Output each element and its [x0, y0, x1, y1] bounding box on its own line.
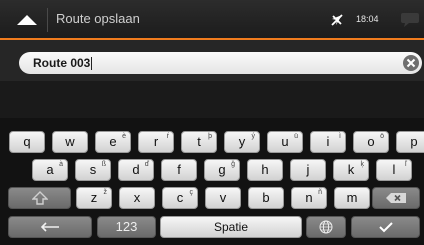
key-alt-label: à — [59, 161, 63, 168]
key-label: x — [133, 190, 141, 205]
key-d[interactable]: dď — [118, 159, 154, 181]
key-alt-label: ď — [144, 161, 149, 168]
input-area: Route 003 — [0, 40, 424, 81]
key-alt-label: ç — [189, 189, 194, 196]
hide-keyboard-key[interactable] — [8, 216, 92, 238]
language-key[interactable] — [306, 216, 346, 238]
key-m[interactable]: m — [334, 187, 370, 209]
key-i[interactable]: iì — [310, 131, 346, 153]
key-p[interactable]: p — [396, 131, 424, 153]
key-alt-label: ö — [380, 133, 384, 140]
key-q[interactable]: q — [9, 131, 45, 153]
key-alt-label: ž — [103, 189, 108, 196]
key-label: f — [177, 162, 181, 177]
key-s[interactable]: sß — [75, 159, 111, 181]
checkmark-icon — [378, 222, 393, 233]
numbers-key[interactable]: 123 — [97, 216, 156, 238]
input-value: Route 003 — [33, 56, 93, 71]
key-k[interactable]: kķ — [333, 159, 369, 181]
route-name-input[interactable]: Route 003 — [19, 52, 422, 74]
numbers-key-label: 123 — [115, 219, 138, 234]
key-alt-label: ì — [339, 133, 341, 140]
key-y[interactable]: yý — [224, 131, 260, 153]
key-alt-label: þ — [208, 133, 212, 140]
key-label: h — [261, 162, 269, 177]
key-n[interactable]: nñ — [291, 187, 327, 209]
key-label: v — [219, 190, 227, 205]
globe-icon — [319, 220, 333, 234]
onscreen-keyboard: q w eèrŕtþyýuüiìoö p aàsßdď f gğ h j kķlľ zž x cç v… — [0, 118, 424, 245]
key-h[interactable]: h — [247, 159, 283, 181]
key-alt-label: ß — [101, 161, 106, 168]
key-z[interactable]: zž — [76, 187, 112, 209]
key-alt-label: ŕ — [166, 133, 169, 140]
key-v[interactable]: v — [205, 187, 241, 209]
key-t[interactable]: tþ — [181, 131, 217, 153]
shift-key[interactable] — [8, 187, 71, 209]
key-j[interactable]: j — [290, 159, 326, 181]
clock: 18:04 — [356, 14, 379, 24]
key-b[interactable]: b — [248, 187, 284, 209]
key-w[interactable]: w — [52, 131, 88, 153]
key-alt-label: ķ — [360, 161, 365, 168]
key-x[interactable]: x — [119, 187, 155, 209]
key-u[interactable]: uü — [267, 131, 303, 153]
key-g[interactable]: gğ — [204, 159, 240, 181]
title-bar: Route opslaan 18:04 — [0, 0, 424, 40]
arrow-left-icon — [40, 222, 59, 232]
key-e[interactable]: eè — [95, 131, 131, 153]
key-a[interactable]: aà — [32, 159, 68, 181]
gps-off-icon — [331, 14, 343, 26]
key-alt-label: ñ — [318, 189, 322, 196]
backspace-icon — [386, 193, 406, 203]
key-alt-label: è — [122, 133, 126, 140]
divider — [47, 8, 48, 32]
space-key[interactable]: Spatie — [160, 216, 302, 238]
space-key-label: Spatie — [213, 220, 249, 234]
key-alt-label: ü — [294, 133, 298, 140]
key-label: m — [346, 190, 358, 205]
backspace-key[interactable] — [372, 187, 420, 209]
key-c[interactable]: cç — [162, 187, 198, 209]
key-label: j — [306, 162, 310, 177]
confirm-key[interactable] — [351, 216, 420, 238]
key-r[interactable]: rŕ — [138, 131, 174, 153]
key-f[interactable]: f — [161, 159, 197, 181]
page-title: Route opslaan — [56, 11, 140, 26]
key-alt-label: ğ — [231, 161, 235, 168]
key-alt-label: ý — [251, 133, 256, 140]
shift-icon — [31, 191, 48, 205]
message-bubble-icon[interactable] — [400, 11, 420, 28]
key-label: q — [23, 134, 31, 149]
key-l[interactable]: lľ — [376, 159, 412, 181]
key-label: b — [262, 190, 270, 205]
text-caret — [91, 57, 93, 71]
key-alt-label: ľ — [404, 161, 407, 168]
clear-icon[interactable] — [402, 54, 420, 72]
key-o[interactable]: oö — [353, 131, 389, 153]
chevron-up-icon[interactable] — [10, 8, 44, 32]
key-label: w — [65, 134, 75, 149]
key-label: p — [410, 134, 418, 149]
